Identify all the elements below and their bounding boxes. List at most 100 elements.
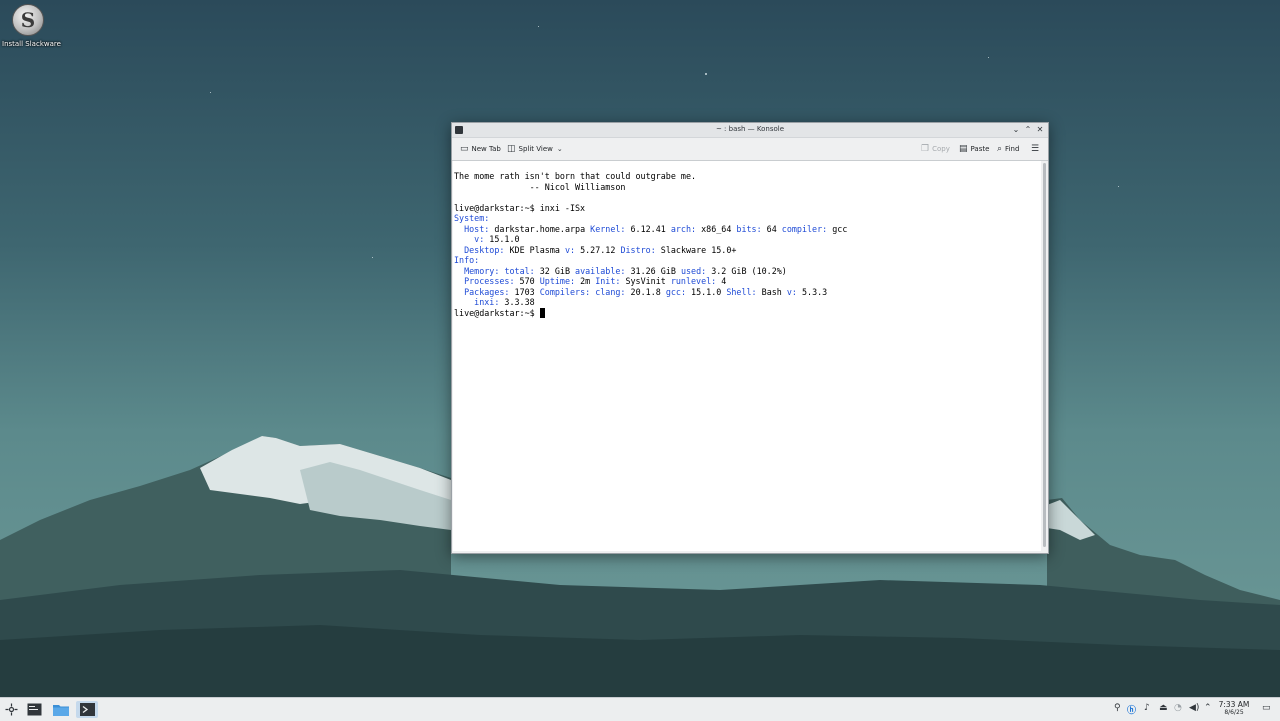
install-slackware-desktop-icon[interactable]: S Install Slackware xyxy=(2,4,61,48)
maximize-button[interactable]: ⌃ xyxy=(1022,124,1034,136)
find-label: Find xyxy=(1005,145,1020,153)
terminal-key-text: v: xyxy=(474,234,485,244)
terminal-text: 15.1.0 xyxy=(686,286,727,297)
network-icon[interactable]: ◔ xyxy=(1174,703,1182,713)
terminal-text: 5.27.12 xyxy=(575,244,621,255)
audio-icon[interactable]: ♪ xyxy=(1144,703,1150,713)
close-button[interactable]: ✕ xyxy=(1034,124,1046,136)
terminal-line: The mome rath isn't born that could outg… xyxy=(454,171,1041,182)
new-tab-icon: ▭ xyxy=(460,144,469,154)
terminal-line: Packages: 1703 Compilers: clang: 20.1.8 … xyxy=(454,287,1041,298)
terminal-line xyxy=(454,192,1041,203)
terminal-output[interactable]: The mome rath isn't born that could outg… xyxy=(453,161,1041,551)
split-view-button[interactable]: ◫ Split View ⌄ xyxy=(507,143,563,155)
slackware-disc-icon: S xyxy=(12,4,44,36)
terminal-key-text: Info: xyxy=(454,255,480,265)
terminal-line: inxi: 3.3.38 xyxy=(454,297,1041,308)
terminal-key-text: runlevel: xyxy=(670,276,717,286)
terminal-key-text: available: xyxy=(575,265,626,276)
terminal-key-text: used: xyxy=(680,265,707,276)
terminal-text: 4 xyxy=(716,276,727,286)
terminal-line: Processes: 570 Uptime: 2m Init: SysVinit… xyxy=(454,276,1041,287)
application-launcher-icon xyxy=(5,703,18,716)
search-icon: ⌕ xyxy=(997,144,1003,154)
show-hidden-icons-icon[interactable]: ⌃ xyxy=(1204,703,1212,713)
terminal-key-text: total: xyxy=(504,265,535,276)
terminal-scrollbar[interactable] xyxy=(1042,161,1047,551)
terminal-text: The mome rath isn't born that could outg… xyxy=(454,171,697,181)
terminal-text: 20.1.8 xyxy=(625,286,666,297)
new-tab-button[interactable]: ▭ New Tab xyxy=(460,143,501,155)
terminal-key-text: Kernel: xyxy=(590,223,626,234)
window-titlebar[interactable]: ~ : bash — Konsole ⌄ ⌃ ✕ xyxy=(452,123,1048,138)
chevron-down-icon: ⌄ xyxy=(556,145,563,153)
paste-icon: ▤ xyxy=(959,144,968,154)
terminal-key-text: clang: xyxy=(595,286,626,297)
taskbar-konsole-active[interactable] xyxy=(76,701,98,718)
terminal-line: Desktop: KDE Plasma v: 5.27.12 Distro: S… xyxy=(454,245,1041,256)
shell-prompt: live@darkstar:~$ xyxy=(454,307,540,318)
terminal-line: Host: darkstar.home.arpa Kernel: 6.12.41… xyxy=(454,224,1041,235)
paste-label: Paste xyxy=(970,145,990,153)
terminal-key-text: v: xyxy=(786,286,797,297)
scrollbar-thumb[interactable] xyxy=(1043,163,1046,547)
prompt-line: live@darkstar:~$ xyxy=(454,307,1041,319)
terminal-key-text: Shell: xyxy=(726,286,757,297)
konsole-window: ~ : bash — Konsole ⌄ ⌃ ✕ ▭ New Tab ◫ Spl… xyxy=(451,122,1049,554)
taskbar: ⚲ ⓗ ♪ ⏏ ◔ ◀) ⌃ 7:33 AM 8/6/25 ▭ xyxy=(0,697,1280,721)
terminal-text: 15.1.0 xyxy=(484,234,520,244)
taskbar-file-manager[interactable] xyxy=(51,701,70,718)
terminal-text: gcc xyxy=(827,223,848,234)
terminal-text: darkstar.home.arpa xyxy=(489,223,591,234)
digital-clock[interactable]: 7:33 AM 8/6/25 xyxy=(1214,700,1254,716)
application-launcher-button[interactable] xyxy=(3,701,20,718)
terminal-key-text: Desktop: xyxy=(464,244,505,255)
copy-button[interactable]: ❐ Copy xyxy=(921,143,950,155)
terminal-key-text: Host: xyxy=(464,223,490,234)
clock-date: 8/6/25 xyxy=(1224,709,1244,716)
taskbar-system-monitor[interactable] xyxy=(25,701,44,718)
terminal-text: 3.2 GiB (10.2%) xyxy=(706,265,787,276)
copy-icon: ❐ xyxy=(921,144,930,154)
hp-printer-icon[interactable]: ⓗ xyxy=(1127,703,1136,716)
terminal-key-text: arch: xyxy=(670,223,697,234)
terminal-key-text: compiler: xyxy=(781,223,828,234)
terminal-key-text: inxi: xyxy=(474,297,500,307)
user-icon[interactable]: ⚲ xyxy=(1114,703,1121,713)
show-desktop-icon[interactable]: ▭ xyxy=(1262,703,1271,713)
volume-icon[interactable]: ◀) xyxy=(1189,703,1199,713)
minimize-button[interactable]: ⌄ xyxy=(1010,124,1022,136)
terminal-key-text: Init: xyxy=(595,276,621,286)
usb-device-icon[interactable]: ⏏ xyxy=(1159,703,1168,713)
terminal-text: live@darkstar:~$ inxi -ISx xyxy=(454,202,586,213)
find-button[interactable]: ⌕ Find xyxy=(997,143,1019,155)
terminal-key-text: Packages: xyxy=(464,286,510,297)
terminal-key-text: Processes: xyxy=(464,276,515,286)
terminal-key-text: bits: xyxy=(736,223,762,234)
terminal-text: 3.3.38 xyxy=(499,297,535,307)
terminal-text: KDE Plasma xyxy=(504,244,565,255)
terminal-text: 2m xyxy=(575,276,596,286)
terminal-key-text: System: xyxy=(454,213,490,223)
split-view-label: Split View xyxy=(518,145,553,153)
terminal-key-text: gcc: xyxy=(665,286,686,297)
terminal-text: -- Nicol Williamson xyxy=(454,181,626,192)
hamburger-menu-button[interactable]: ☰ xyxy=(1031,143,1039,155)
terminal-text: 570 xyxy=(514,276,540,286)
terminal-line: Info: xyxy=(454,255,1041,266)
paste-button[interactable]: ▤ Paste xyxy=(959,143,989,155)
desktop-icon-label: Install Slackware xyxy=(2,40,61,48)
terminal-text: 1703 xyxy=(509,286,540,297)
terminal-key-text: Compilers: xyxy=(539,286,591,297)
terminal-text: 5.3.3 xyxy=(796,286,828,297)
window-title: ~ : bash — Konsole xyxy=(715,125,785,133)
text-cursor xyxy=(539,307,545,318)
hamburger-menu-icon: ☰ xyxy=(1031,144,1040,154)
folder-icon xyxy=(52,705,69,716)
